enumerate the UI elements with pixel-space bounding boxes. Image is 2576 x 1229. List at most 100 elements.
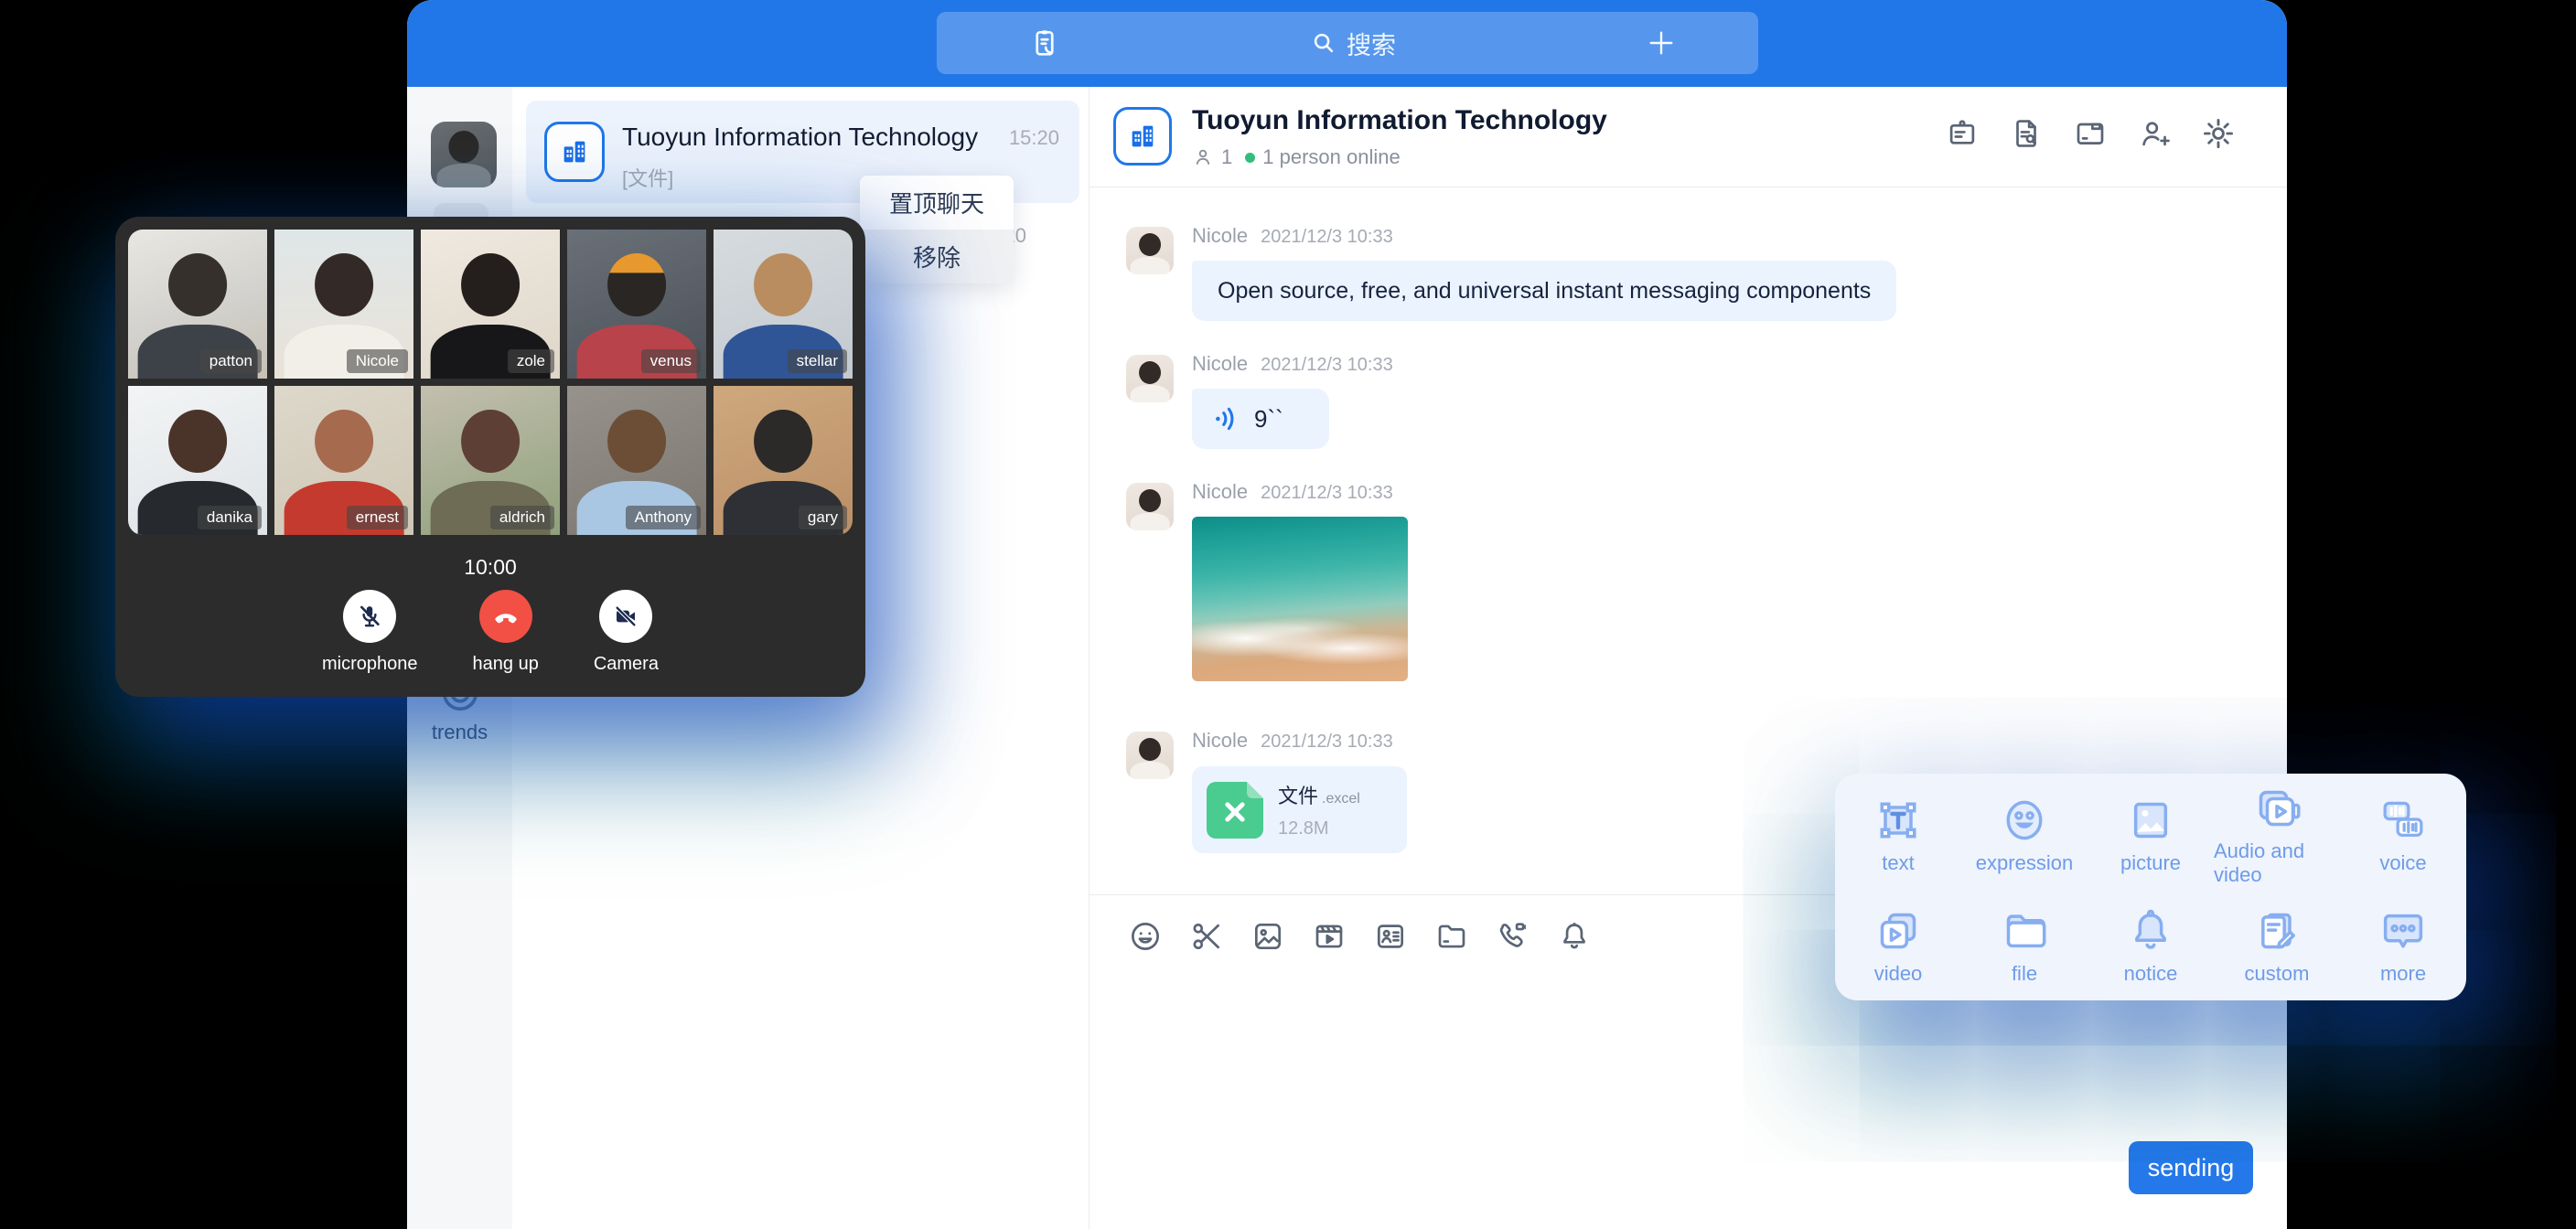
message-meta: Nicole2021/12/3 10:33 — [1192, 224, 1393, 248]
excel-file-icon — [1207, 782, 1263, 839]
panel-item-picture[interactable]: picture — [2088, 779, 2214, 890]
panel-item-custom[interactable]: custom — [2214, 890, 2340, 1000]
picture-icon[interactable] — [1250, 919, 1285, 954]
sender-name: Nicole — [1192, 729, 1248, 752]
text-icon — [1873, 795, 1924, 846]
folder-icon[interactable] — [1434, 919, 1469, 954]
message-meta: Nicole2021/12/3 10:33 — [1192, 352, 1393, 376]
member-count-icon — [1192, 146, 1214, 168]
participant-name: gary — [799, 506, 847, 529]
announcement-icon[interactable] — [1945, 116, 1980, 151]
participant-name: venus — [641, 349, 701, 373]
emoji-icon[interactable] — [1128, 919, 1163, 954]
hang-up-button[interactable]: hang up — [473, 590, 539, 675]
image-message[interactable] — [1192, 517, 1408, 681]
message-type-panel: text expression picture — [1835, 774, 2466, 1000]
screen: 搜索 trends — [0, 0, 2576, 1229]
context-menu: 置顶聊天 移除 — [860, 176, 1014, 283]
panel-item-expression[interactable]: expression — [1961, 779, 2088, 890]
my-avatar[interactable] — [431, 122, 497, 187]
participant-name: aldrich — [490, 506, 554, 529]
send-button[interactable]: sending — [2129, 1141, 2253, 1194]
voice-message-bubble[interactable]: 9`` — [1192, 389, 1329, 449]
participant-tile: zole — [421, 230, 560, 379]
chat-title: Tuoyun Information Technology — [1192, 105, 1607, 136]
video-call-icon[interactable] — [1496, 919, 1530, 954]
sender-avatar[interactable] — [1126, 355, 1174, 402]
sender-avatar[interactable] — [1126, 732, 1174, 779]
top-bar: 搜索 — [407, 0, 2287, 87]
participant-tile: danika — [128, 386, 267, 535]
custom-icon — [2251, 905, 2302, 956]
panel-item-video[interactable]: video — [1835, 890, 1961, 1000]
sender-avatar[interactable] — [1126, 227, 1174, 274]
participant-tile: gary — [714, 386, 853, 535]
sender-avatar[interactable] — [1126, 483, 1174, 530]
audio-video-icon — [2251, 783, 2302, 834]
call-list-icon[interactable] — [1028, 27, 1061, 59]
panel-item-label: notice — [2124, 962, 2178, 986]
participant-name: danika — [198, 506, 262, 529]
video-clip-icon[interactable] — [1312, 919, 1347, 954]
text-message-bubble[interactable]: Open source, free, and universal instant… — [1192, 261, 1896, 321]
file-message-bubble[interactable]: 文件.excel 12.8M — [1192, 766, 1407, 853]
panel-item-text[interactable]: text — [1835, 779, 1961, 890]
panel-item-label: more — [2380, 962, 2426, 986]
file-box-icon[interactable] — [2073, 116, 2108, 151]
menu-item-remove[interactable]: 移除 — [860, 230, 1014, 283]
participant-name: patton — [200, 349, 262, 373]
search-bar[interactable]: 搜索 — [937, 12, 1758, 74]
control-label: hang up — [473, 654, 539, 675]
group-avatar — [544, 122, 605, 182]
file-icon — [1999, 905, 2050, 956]
panel-item-label: custom — [2245, 962, 2310, 986]
expression-icon — [1999, 795, 2050, 846]
panel-item-audio-video[interactable]: Audio and video — [2214, 779, 2340, 890]
voice-duration: 9`` — [1254, 405, 1283, 433]
control-label: Camera — [594, 654, 659, 675]
conversation-time: 15:20 — [1009, 126, 1059, 150]
picture-icon — [2125, 795, 2176, 846]
building-icon — [1127, 121, 1158, 152]
add-member-icon[interactable] — [2137, 116, 2172, 151]
group-avatar — [1113, 107, 1172, 166]
add-button[interactable] — [1645, 27, 1678, 59]
participant-name: Anthony — [626, 506, 701, 529]
notification-bell-icon[interactable] — [1557, 919, 1592, 954]
participant-tile: ernest — [274, 386, 413, 535]
sender-name: Nicole — [1192, 224, 1248, 247]
chat-header: Tuoyun Information Technology 1 1 person… — [1089, 87, 2287, 187]
search-icon — [1310, 29, 1337, 57]
panel-item-notice[interactable]: notice — [2088, 890, 2214, 1000]
participant-name: Nicole — [347, 349, 408, 373]
participant-tile: venus — [567, 230, 706, 379]
settings-gear-icon[interactable] — [2201, 116, 2236, 151]
participant-grid: patton Nicole zole venus stellar danika … — [128, 230, 853, 535]
screenshot-scissors-icon[interactable] — [1189, 919, 1224, 954]
message-time: 2021/12/3 10:33 — [1261, 355, 1393, 375]
panel-item-label: video — [1874, 962, 1923, 986]
voice-icon — [2377, 795, 2429, 846]
panel-item-voice[interactable]: voice — [2340, 779, 2466, 890]
participant-name: zole — [508, 349, 554, 373]
camera-button[interactable]: Camera — [594, 590, 659, 675]
camera-muted-icon — [599, 590, 652, 643]
file-name: 文件 — [1278, 785, 1318, 807]
participant-tile: aldrich — [421, 386, 560, 535]
member-count: 1 — [1221, 145, 1232, 169]
menu-item-pin-chat[interactable]: 置顶聊天 — [860, 176, 1014, 230]
file-size: 12.8M — [1278, 818, 1360, 839]
chat-record-search-icon[interactable] — [2009, 116, 2044, 151]
search-input[interactable]: 搜索 — [1347, 26, 1396, 61]
panel-item-more[interactable]: more — [2340, 890, 2466, 1000]
plus-icon — [1645, 27, 1678, 59]
microphone-button[interactable]: microphone — [322, 590, 418, 675]
panel-item-file[interactable]: file — [1961, 890, 2088, 1000]
panel-item-label: text — [1882, 851, 1914, 875]
participant-name: stellar — [788, 349, 847, 373]
trends-label: trends — [407, 721, 512, 744]
control-label: microphone — [322, 654, 418, 675]
file-ext: .excel — [1322, 791, 1360, 807]
contact-card-icon[interactable] — [1373, 919, 1408, 954]
conversation-title: Tuoyun Information Technology — [622, 123, 978, 152]
